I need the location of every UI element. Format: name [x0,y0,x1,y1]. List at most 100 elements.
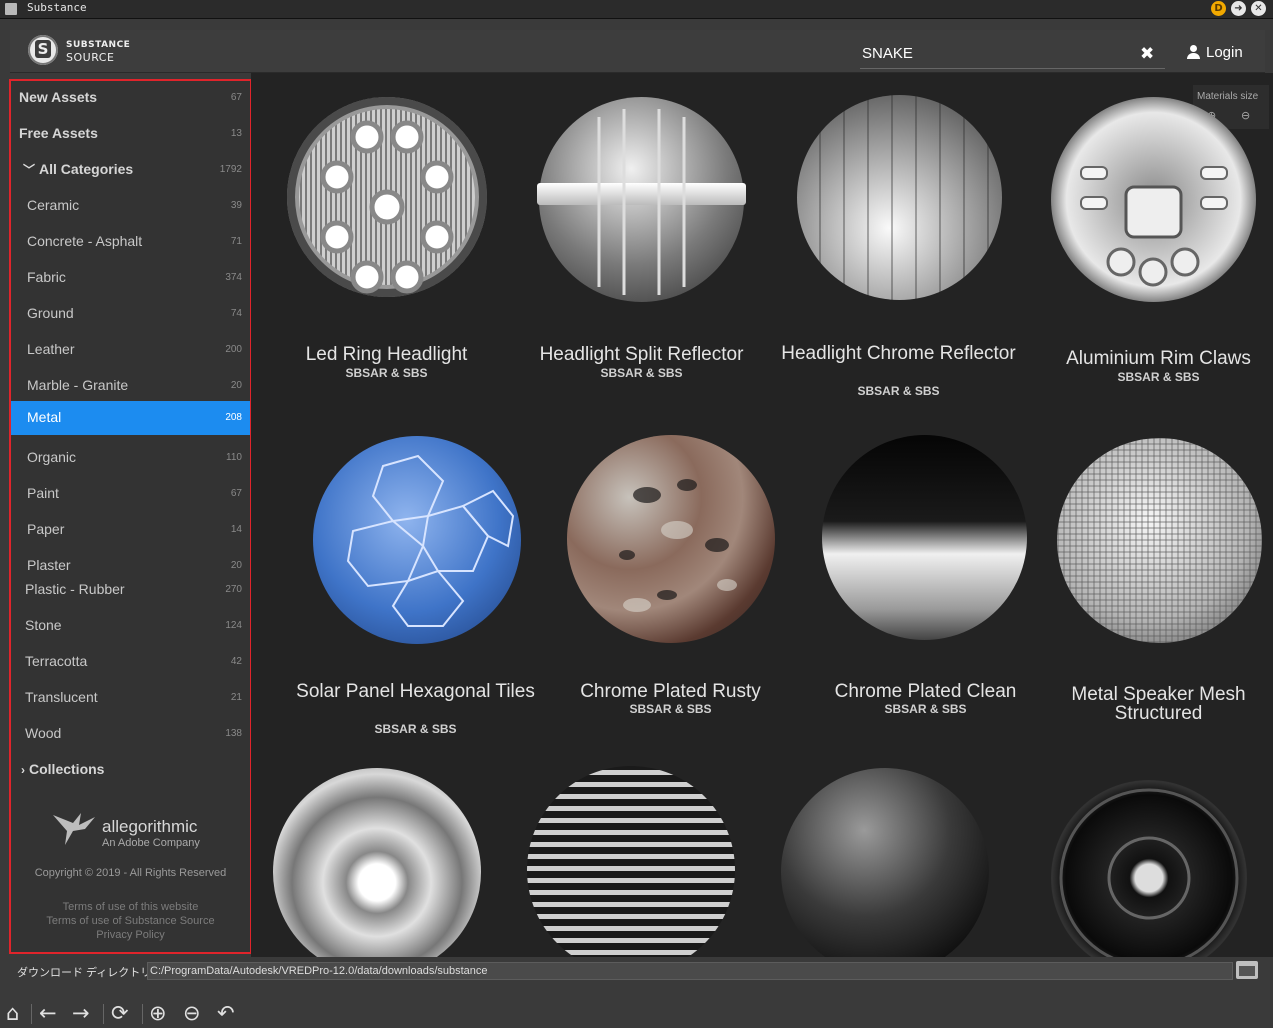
material-preview [822,435,1027,640]
sidebar-item-count: 67 [230,488,242,499]
allegorithmic-bird-icon [53,813,95,845]
substance-source-logo[interactable]: S SUBSTANCE SOURCE [28,35,138,67]
user-icon [1187,45,1200,59]
material-name: Metal Speaker Mesh Structured [1071,684,1246,724]
material-format: SBSAR & SBS [884,702,967,716]
sidebar-item-label: Translucent [25,689,98,705]
sidebar-item-marble-granite[interactable]: Marble - Granite 20 [11,369,250,403]
sidebar-item-metal[interactable]: Metal 208 [11,401,250,435]
zoom-out-icon[interactable]: ⊖ [183,1001,201,1025]
close-icon[interactable]: ✕ [1251,1,1266,16]
sidebar-item-free-assets[interactable]: Free Assets 13 [11,117,250,151]
search-input[interactable] [860,42,1134,64]
material-card[interactable]: Headlight Split Reflector SBSAR & SBS [514,73,769,403]
sidebar-item-paper[interactable]: Paper 14 [11,513,250,547]
material-name: Chrome Plated Clean [834,681,1017,702]
privacy-policy-link[interactable]: Privacy Policy [11,928,250,942]
material-name: Solar Panel Hexagonal Tiles [296,681,535,702]
clear-search-icon[interactable]: ✖ [1140,44,1154,64]
sidebar-item-all-categories[interactable]: ﹀ All Categories 1792 [11,153,250,187]
sidebar-item-leather[interactable]: Leather 200 [11,333,250,367]
forward-arrow-icon[interactable]: → [72,1001,90,1025]
brand-subtitle: An Adobe Company [102,837,200,849]
sidebar-item-label: Metal [27,409,62,425]
sidebar-item-collections[interactable]: › Collections [11,753,250,787]
material-card[interactable] [269,766,524,957]
sidebar-item-ceramic[interactable]: Ceramic 39 [11,189,250,223]
sidebar-item-new-assets[interactable]: New Assets 67 [11,81,250,115]
back-arrow-icon[interactable]: ← [39,1001,57,1025]
material-card[interactable]: Led Ring Headlight SBSAR & SBS [259,73,514,403]
sidebar-item-count: 270 [225,584,242,595]
login-button[interactable]: Login [1187,43,1243,61]
material-card[interactable]: Headlight Chrome Reflector SBSAR & SBS [771,73,1026,403]
sidebar-item-count: 39 [230,200,242,211]
material-name: Led Ring Headlight [305,344,468,365]
forward-icon[interactable]: ➜ [1231,1,1246,16]
download-directory-label: ダウンロード ディレクトリ(D) [17,967,167,979]
sidebar-item-count: 14 [230,524,242,535]
zoom-in-icon[interactable]: ⊕ [149,1001,167,1025]
material-preview [567,435,775,643]
sidebar-item-ground[interactable]: Ground 74 [11,297,250,331]
material-card[interactable] [1051,766,1273,957]
sidebar-item-count: 74 [230,308,242,319]
material-card[interactable] [523,766,778,957]
material-card[interactable] [781,766,1036,957]
allegorithmic-logo[interactable]: allegorithmic An Adobe Company [51,809,221,851]
sidebar-item-label: Paint [27,485,59,501]
folder-icon[interactable] [1236,961,1258,979]
download-path-field[interactable] [147,962,1233,980]
sidebar-item-count: 67 [230,92,242,103]
material-card[interactable]: Metal Speaker Mesh Structured [1031,433,1273,753]
material-format: SBSAR & SBS [374,722,457,736]
sidebar-item-label: Leather [27,341,75,357]
material-format: SBSAR & SBS [629,702,712,716]
sidebar-item-plastic-rubber[interactable]: Plastic - Rubber 270 [11,573,250,607]
footer-links: Terms of use of this website Terms of us… [11,900,250,942]
badge-icon[interactable]: D [1211,1,1226,16]
sidebar-item-count: 200 [225,344,242,355]
sidebar-item-label: Collections [29,761,105,777]
sidebar-item-concrete-asphalt[interactable]: Concrete - Asphalt 71 [11,225,250,259]
refresh-icon[interactable]: ⟳ [111,1001,129,1025]
sidebar-item-label: Fabric [27,269,66,285]
sidebar-item-count: 124 [225,620,242,631]
material-card[interactable]: Chrome Plated Rusty SBSAR & SBS [543,433,798,753]
material-card[interactable]: Aluminium Rim Claws SBSAR & SBS [1031,73,1273,403]
material-preview [313,436,521,644]
home-icon[interactable]: ⌂ [6,1001,19,1025]
terms-website-link[interactable]: Terms of use of this website [11,900,250,914]
sidebar-item-count: 110 [226,452,242,463]
app-header: S SUBSTANCE SOURCE ✖ Login [10,30,1265,73]
material-preview [527,766,735,957]
sidebar-item-translucent[interactable]: Translucent 21 [11,681,250,715]
sidebar-item-count: 138 [225,728,242,739]
sidebar-item-wood[interactable]: Wood 138 [11,717,250,751]
undo-icon[interactable]: ↶ [217,1001,235,1025]
sidebar-item-organic[interactable]: Organic 110 [11,441,250,475]
sidebar-item-stone[interactable]: Stone 124 [11,609,250,643]
sidebar-item-count: 42 [230,656,242,667]
sidebar-item-terracotta[interactable]: Terracotta 42 [11,645,250,679]
chevron-down-icon: ﹀ [23,163,36,177]
logo-line1: SUBSTANCE [66,40,131,50]
sidebar-item-label: All Categories [39,161,134,177]
terms-source-link[interactable]: Terms of use of Substance Source [11,914,250,928]
material-name: Headlight Chrome Reflector [781,343,1016,364]
material-preview [781,768,989,957]
materials-grid: Materials size ⊕ ⊖ Led Ring Headlight SB… [251,73,1273,957]
sidebar-item-label: Ceramic [27,197,80,213]
material-card[interactable]: Chrome Plated Clean SBSAR & SBS [798,433,1053,753]
material-preview [537,97,746,302]
sidebar-item-label: Concrete - Asphalt [27,233,143,249]
app-icon [5,3,17,15]
sidebar-item-paint[interactable]: Paint 67 [11,477,250,511]
sidebar-item-label: Ground [27,305,74,321]
sidebar-item-label: Marble - Granite [27,377,129,393]
material-card[interactable]: Solar Panel Hexagonal Tiles SBSAR & SBS [288,433,543,753]
sidebar-item-count: 374 [225,272,242,283]
sidebar-item-label: New Assets [19,89,98,105]
sidebar-item-label: Stone [25,617,62,633]
sidebar-item-fabric[interactable]: Fabric 374 [11,261,250,295]
